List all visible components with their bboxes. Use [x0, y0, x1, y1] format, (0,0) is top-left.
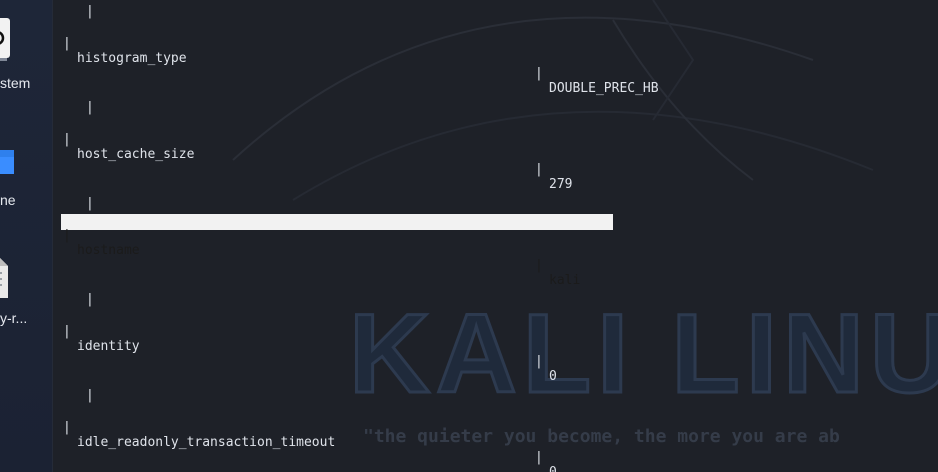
table-border-pipe: |: [86, 388, 94, 403]
table-border-pipe: |: [86, 196, 94, 211]
table-row: | histogram_type | DOUBLE_PREC_HB: [63, 21, 659, 111]
wallpaper-tagline: "the quieter you become, the more you ar…: [363, 426, 840, 447]
table-border-pipe: |: [535, 66, 543, 81]
table-border-pipe: |: [86, 100, 94, 115]
table-border-pipe: |: [86, 292, 94, 307]
variable-name: identity: [77, 339, 140, 354]
table-border-pipe: |: [535, 354, 543, 369]
variable-value: 0: [549, 369, 557, 384]
variable-value: 0: [549, 465, 557, 472]
table-border-pipe: |: [535, 450, 543, 465]
table-border-pipe: |: [63, 324, 71, 339]
table-border-pipe: |: [63, 132, 71, 147]
wallpaper-brand: KALI LINU: [349, 291, 938, 416]
table-border-pipe: |: [535, 162, 543, 177]
desktop-icon-strip: stem ne y-r...: [0, 0, 53, 472]
selected-row-highlight: [61, 214, 613, 230]
variable-name: histogram_type: [77, 51, 187, 66]
variable-value: kali: [549, 273, 581, 288]
kali-wallpaper: KALI LINU "the quieter you become, the m…: [232, 0, 938, 447]
table-border-pipe: |: [63, 36, 71, 51]
desktop-item-label: y-r...: [0, 310, 28, 326]
variable-value: DOUBLE_PREC_HB: [549, 81, 659, 96]
terminal-window[interactable]: KALI LINU "the quieter you become, the m…: [53, 0, 938, 472]
variable-name: idle_readonly_transaction_timeout: [77, 435, 336, 450]
table-row: | identity | 0: [63, 309, 557, 399]
system-icon: [0, 18, 10, 61]
table-border-pipe: |: [86, 4, 94, 19]
table-row-selected: | hostname | kali: [63, 213, 580, 303]
desktop-item-label: stem: [0, 75, 31, 91]
variable-value: 279: [549, 177, 573, 192]
variable-name: host_cache_size: [77, 147, 195, 162]
variable-name: hostname: [77, 243, 140, 258]
table-border-pipe: |: [63, 420, 71, 435]
table-row: | idle_readonly_transaction_timeout | 0: [63, 405, 557, 472]
table-border-pipe: |: [535, 258, 543, 273]
folder-icon: [0, 150, 14, 174]
file-icon: [0, 258, 8, 298]
table-row: | host_cache_size | 279: [63, 117, 572, 207]
desktop-item-label: ne: [0, 192, 16, 208]
table-border-pipe: |: [63, 228, 71, 243]
